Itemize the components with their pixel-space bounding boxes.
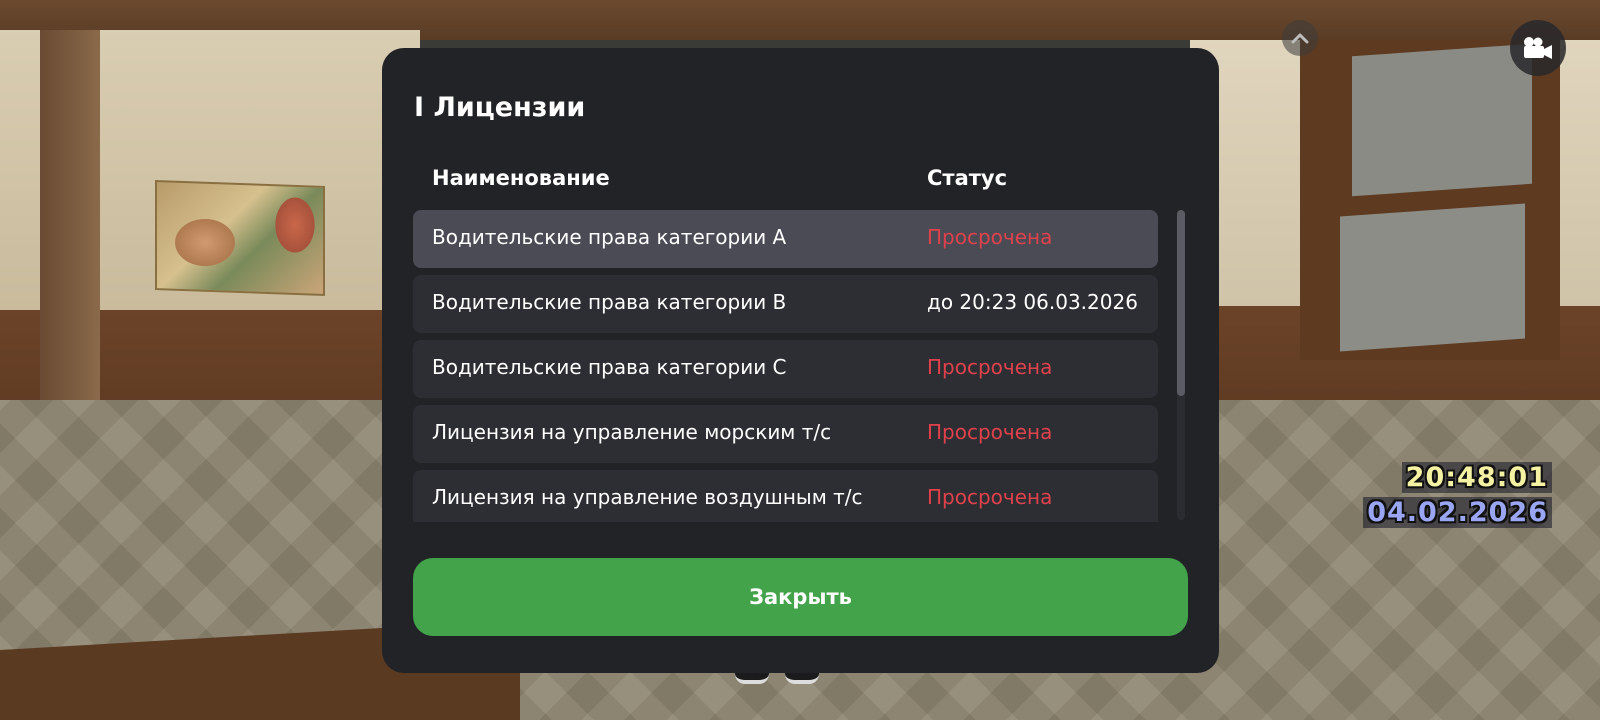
clock-time: 20:48:01 (1401, 462, 1552, 493)
license-name: Лицензия на управление морским т/с (432, 420, 832, 444)
table-row[interactable]: Лицензия на управление воздушным т/с Про… (413, 470, 1158, 522)
table-row[interactable]: Водительские права категории B до 20:23 … (413, 275, 1158, 333)
close-button[interactable]: Закрыть (413, 558, 1188, 636)
license-name: Водительские права категории B (432, 290, 787, 314)
window-pane (1340, 203, 1525, 352)
license-status: Просрочена (927, 420, 1053, 444)
window-pane (1352, 43, 1532, 197)
license-status: Просрочена (927, 355, 1053, 379)
table-header: Наименование Статус (432, 166, 1162, 196)
license-status: Просрочена (927, 485, 1053, 509)
table-row[interactable]: Водительские права категории C Просрочен… (413, 340, 1158, 398)
scrollbar-thumb[interactable] (1177, 210, 1185, 396)
table-row[interactable]: Лицензия на управление морским т/с Проср… (413, 405, 1158, 463)
license-name: Лицензия на управление воздушным т/с (432, 485, 863, 509)
license-status: до 20:23 06.03.2026 (927, 290, 1138, 314)
licenses-dialog: I Лицензии Наименование Статус Водительс… (382, 48, 1219, 673)
video-camera-icon (1524, 37, 1552, 59)
column-header-name: Наименование (432, 166, 610, 190)
painting-figure (270, 190, 320, 260)
license-name: Водительские права категории C (432, 355, 787, 379)
table-row[interactable]: Водительские права категории A Просрочен… (413, 210, 1158, 268)
wall-beam (40, 30, 100, 430)
licenses-list[interactable]: Водительские права категории A Просрочен… (413, 210, 1158, 522)
chevron-up-icon[interactable] (1282, 20, 1318, 56)
painting-figure (170, 215, 240, 270)
camera-button[interactable] (1510, 20, 1566, 76)
chevron-up-icon (1291, 33, 1309, 44)
game-clock: 20:48:01 04.02.2026 (1363, 462, 1552, 528)
license-name: Водительские права категории A (432, 225, 787, 249)
license-status: Просрочена (927, 225, 1053, 249)
column-header-status: Статус (927, 166, 1008, 190)
clock-date: 04.02.2026 (1363, 497, 1552, 528)
dialog-title: I Лицензии (414, 92, 586, 123)
